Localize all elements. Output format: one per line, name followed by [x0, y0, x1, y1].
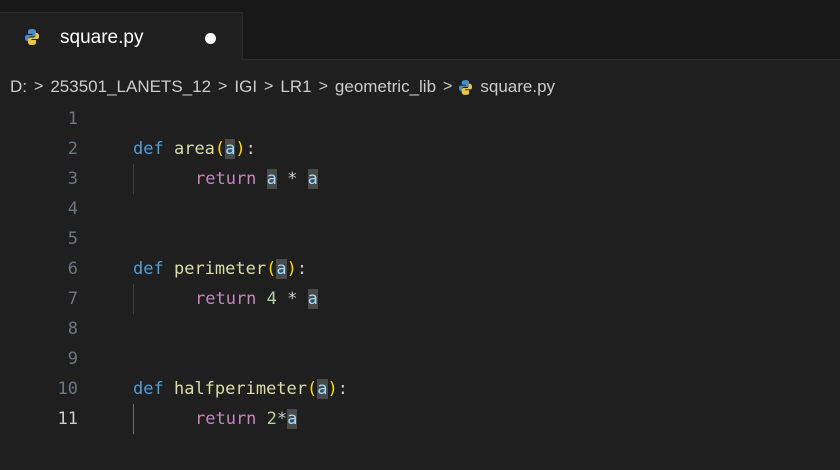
variable-highlighted: a: [307, 169, 318, 189]
function-name: perimeter: [173, 259, 267, 279]
operator: *: [276, 409, 288, 429]
breadcrumb-item-drive[interactable]: D:: [10, 77, 27, 97]
code-editor[interactable]: 1 2 def area(a): 3 return a * a 4 5 6 de…: [0, 104, 840, 470]
python-file-icon: [459, 79, 473, 95]
python-file-icon: [25, 29, 39, 45]
close-paren-colon: ):: [286, 259, 308, 279]
line-number: 9: [67, 349, 78, 369]
line-number: 6: [67, 259, 78, 279]
breadcrumb-item-folder[interactable]: geometric_lib: [335, 77, 436, 97]
parameter-highlighted: a: [317, 379, 328, 399]
parameter-highlighted: a: [225, 139, 236, 159]
keyword-return: return: [195, 409, 257, 429]
breadcrumb-separator: >: [218, 78, 228, 95]
keyword-def: def: [133, 259, 164, 279]
breadcrumb-separator: >: [443, 78, 453, 95]
line-number: 8: [67, 319, 78, 339]
code-line[interactable]: 9: [0, 344, 840, 374]
keyword-def: def: [133, 139, 164, 159]
variable-highlighted: a: [266, 169, 277, 189]
tab-bar: square.py: [0, 0, 840, 60]
line-number: 5: [67, 229, 78, 249]
open-paren: (: [214, 139, 226, 159]
code-line[interactable]: 2 def area(a):: [0, 134, 840, 164]
open-paren: (: [307, 379, 318, 399]
tab-square-py[interactable]: square.py: [0, 12, 243, 60]
breadcrumb: D: > 253501_LANETS_12 > IGI > LR1 > geom…: [10, 75, 555, 99]
line-number: 4: [67, 199, 78, 219]
breadcrumb-item-project[interactable]: 253501_LANETS_12: [50, 77, 211, 97]
number-literal: 2: [266, 409, 277, 429]
operator: *: [287, 289, 298, 309]
breadcrumb-item-file[interactable]: square.py: [480, 77, 555, 97]
code-line[interactable]: 3 return a * a: [0, 164, 840, 194]
close-paren-colon: ):: [235, 139, 256, 159]
breadcrumb-separator: >: [34, 78, 44, 95]
code-line[interactable]: 4: [0, 194, 840, 224]
indent-guide: [133, 164, 134, 194]
breadcrumb-item-lr1[interactable]: LR1: [280, 77, 311, 97]
line-number: 2: [67, 139, 78, 159]
function-name: halfperimeter: [173, 379, 308, 399]
open-paren: (: [266, 259, 277, 279]
breadcrumb-separator: >: [318, 78, 328, 95]
line-number-active: 11: [57, 409, 78, 429]
keyword-return: return: [195, 289, 257, 309]
line-number: 7: [67, 289, 78, 309]
operator: *: [287, 169, 298, 189]
code-line[interactable]: 5: [0, 224, 840, 254]
breadcrumb-separator: >: [264, 78, 274, 95]
code-line[interactable]: 8: [0, 314, 840, 344]
close-paren-colon: ):: [327, 379, 349, 399]
number-literal: 4: [266, 289, 277, 309]
indent-guide: [133, 284, 134, 314]
breadcrumb-item-igi[interactable]: IGI: [234, 77, 257, 97]
variable-highlighted: a: [287, 409, 298, 429]
code-line[interactable]: 10 def halfperimeter(a):: [0, 374, 840, 404]
tab-title: square.py: [60, 27, 144, 48]
keyword-return: return: [195, 169, 257, 189]
indent-guide: [133, 404, 134, 434]
line-number: 1: [67, 109, 78, 129]
line-number: 10: [57, 379, 78, 399]
code-line[interactable]: 6 def perimeter(a):: [0, 254, 840, 284]
code-line[interactable]: 7 return 4 * a: [0, 284, 840, 314]
keyword-def: def: [133, 379, 164, 399]
code-line-active[interactable]: 11 return 2*a: [0, 404, 840, 434]
line-number: 3: [67, 169, 78, 189]
variable-highlighted: a: [307, 289, 318, 309]
code-line[interactable]: 1: [0, 104, 840, 134]
function-name: area: [173, 139, 215, 159]
parameter-highlighted: a: [276, 259, 287, 279]
unsaved-indicator-icon[interactable]: [205, 33, 216, 44]
